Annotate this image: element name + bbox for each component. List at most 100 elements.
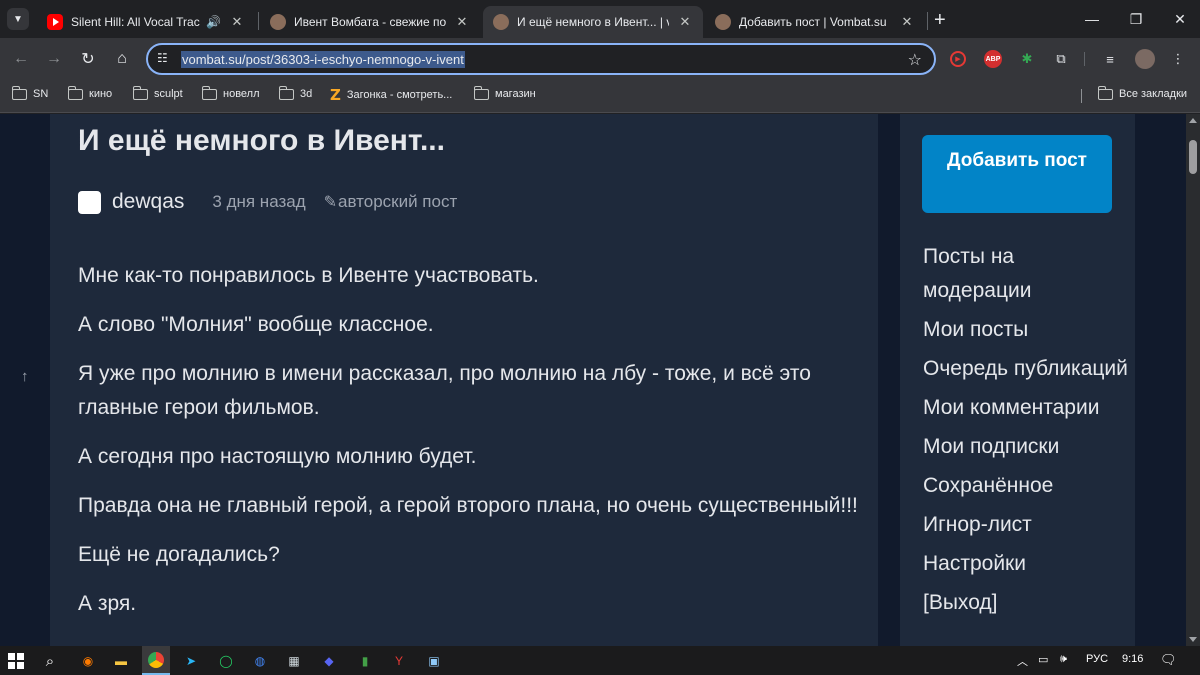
close-icon[interactable]: ✕ xyxy=(229,14,245,30)
bookmark-label: SN xyxy=(33,88,49,100)
whatsapp-icon[interactable]: ◯ xyxy=(216,651,236,671)
bookmark-magazin[interactable]: магазин xyxy=(473,85,536,100)
notifications-icon[interactable]: 🗨 xyxy=(1160,652,1177,668)
speaker-icon[interactable]: 🔊 xyxy=(206,15,221,29)
sidebar-item-saved[interactable]: Сохранённое xyxy=(923,469,1128,503)
minimize-button[interactable]: — xyxy=(1070,6,1114,32)
pencil-icon: ✎ xyxy=(323,194,338,211)
all-bookmarks-button[interactable]: Все закладки xyxy=(1097,85,1188,100)
author-avatar[interactable] xyxy=(78,190,101,214)
sidebar-item-publish-queue[interactable]: Очередь публикаций xyxy=(923,352,1128,386)
post-date: 3 дня назад xyxy=(212,192,306,211)
zagonka-icon: Z xyxy=(330,86,341,104)
clock[interactable]: 9:16 xyxy=(1122,653,1143,665)
post-paragraph: А зря. xyxy=(78,592,137,615)
file-explorer-icon[interactable]: ▬ xyxy=(111,651,131,671)
chrome-profile-icon[interactable]: ◍ xyxy=(250,651,270,671)
post-kind: авторский пост xyxy=(338,192,458,211)
folder-icon xyxy=(11,85,27,100)
bookmark-novell[interactable]: новелл xyxy=(201,85,260,100)
browser-menu-icon[interactable]: ⋮ xyxy=(1168,49,1188,69)
chrome-taskbar-icon[interactable] xyxy=(142,646,170,675)
color-extension-icon[interactable]: ✱ xyxy=(1017,49,1037,69)
sidebar-item-ignore-list[interactable]: Игнор-лист xyxy=(923,508,1128,542)
close-window-button[interactable]: ✕ xyxy=(1158,6,1200,32)
post-body: Мне как-то понравилось в Ивенте участвов… xyxy=(78,259,858,636)
scrollbar-thumb[interactable] xyxy=(1189,140,1197,174)
toolbar-divider xyxy=(1084,52,1085,66)
new-tab-button[interactable]: + xyxy=(934,9,946,32)
tray-expand-icon[interactable]: ︿ xyxy=(1017,653,1028,669)
photos-icon[interactable]: ▣ xyxy=(424,651,444,671)
windows-start-icon[interactable] xyxy=(6,651,26,671)
vombat-icon xyxy=(270,14,286,30)
sidebar-item-settings[interactable]: Настройки xyxy=(923,547,1128,581)
sidebar-menu: Посты на модерации Мои посты Очередь пуб… xyxy=(923,240,1128,625)
forward-button[interactable]: → xyxy=(42,47,66,71)
vombat-icon xyxy=(715,14,731,30)
tab-strip: ▼ Silent Hill: All Vocal Tracks - 🔊 ✕ Ив… xyxy=(0,0,1200,38)
post-title: И ещё немного в Ивент... xyxy=(78,124,445,157)
media-controls-icon[interactable]: ≡ xyxy=(1100,49,1120,69)
search-icon[interactable]: ⌕ xyxy=(40,651,60,671)
bookmark-label: кино xyxy=(89,88,113,100)
bookmark-zagonka[interactable]: Z Загонка - смотреть... xyxy=(330,86,452,104)
tab-vombat-event[interactable]: Ивент Вомбата - свежие пост ✕ xyxy=(260,6,480,38)
sidebar-item-my-posts[interactable]: Мои посты xyxy=(923,313,1128,347)
bookmark-star-icon[interactable]: ☆ xyxy=(908,50,922,70)
telegram-icon[interactable]: ➤ xyxy=(181,651,201,671)
tab-divider xyxy=(927,12,928,30)
bookmark-sn[interactable]: SN xyxy=(11,85,49,100)
bookmark-label: Все закладки xyxy=(1119,88,1188,100)
author-name[interactable]: dewqas xyxy=(112,190,184,214)
tab-divider xyxy=(258,12,259,30)
yandex-browser-icon[interactable]: Y xyxy=(389,651,409,671)
page-scrollbar[interactable] xyxy=(1186,114,1200,646)
profile-avatar[interactable] xyxy=(1135,49,1155,69)
windows-taskbar: ⌕ ◉ ▬ ➤ ◯ ◍ ▦ ◆ ▮ Y ▣ ︿ ▭ 🕪 РУС 9:16 🗨 xyxy=(0,646,1200,675)
volume-icon[interactable]: 🕪 xyxy=(1060,653,1067,666)
close-icon[interactable]: ✕ xyxy=(899,14,915,30)
scroll-up-icon[interactable] xyxy=(1189,118,1197,123)
site-info-icon[interactable]: ☷ xyxy=(157,51,168,65)
post-paragraph: Ещё не догадались? xyxy=(78,543,280,566)
home-button[interactable]: ⌂ xyxy=(110,47,134,71)
discord-icon[interactable]: ◆ xyxy=(319,651,339,671)
calculator-icon[interactable]: ▦ xyxy=(284,651,304,671)
post-paragraph: А слово "Молния" вообще классное. xyxy=(78,313,434,336)
network-icon[interactable]: ▭ xyxy=(1038,653,1048,666)
reload-button[interactable]: ↻ xyxy=(76,47,100,71)
green-app-icon[interactable]: ▮ xyxy=(355,651,375,671)
sidebar-item-moderation[interactable]: Посты на модерации xyxy=(923,240,1128,308)
url-text[interactable]: vombat.su/post/36303-i-eschyo-nemnogo-v-… xyxy=(181,51,465,68)
folder-icon xyxy=(278,85,294,100)
bookmark-label: магазин xyxy=(495,88,536,100)
folder-icon xyxy=(201,85,217,100)
bookmark-sculpt[interactable]: sculpt xyxy=(132,85,183,100)
bookmarks-divider xyxy=(1081,89,1082,103)
add-post-button[interactable]: Добавить пост xyxy=(922,135,1112,213)
tab-current-post[interactable]: И ещё немного в Ивент... | vom ✕ xyxy=(483,6,703,38)
sidebar-item-logout[interactable]: [Выход] xyxy=(923,586,1128,620)
tab-add-post[interactable]: Добавить пост | Vombat.su ✕ xyxy=(705,6,925,38)
user-sidebar: Добавить пост Посты на модерации Мои пос… xyxy=(900,114,1135,646)
post-paragraph: Правда она не главный герой, а герой вто… xyxy=(78,494,858,517)
adblock-icon[interactable]: ABP xyxy=(984,50,1002,68)
extensions-puzzle-icon[interactable]: ⧉ xyxy=(1051,49,1071,69)
close-icon[interactable]: ✕ xyxy=(677,14,693,30)
record-extension-icon[interactable]: ▶ xyxy=(950,51,966,67)
address-bar[interactable]: ☷ vombat.su/post/36303-i-eschyo-nemnogo-… xyxy=(146,43,936,75)
back-button[interactable]: ← xyxy=(9,47,33,71)
restore-button[interactable]: ❐ xyxy=(1114,6,1158,32)
scroll-down-icon[interactable] xyxy=(1189,637,1197,642)
scroll-to-top-icon[interactable]: ↑ xyxy=(21,368,29,385)
sidebar-item-subscriptions[interactable]: Мои подписки xyxy=(923,430,1128,464)
bookmark-3d[interactable]: 3d xyxy=(278,85,312,100)
bookmark-kino[interactable]: кино xyxy=(67,85,113,100)
tab-youtube[interactable]: Silent Hill: All Vocal Tracks - 🔊 ✕ xyxy=(37,6,255,38)
close-icon[interactable]: ✕ xyxy=(454,14,470,30)
language-indicator[interactable]: РУС xyxy=(1086,653,1108,665)
tab-search-button[interactable]: ▼ xyxy=(7,8,29,30)
sidebar-item-my-comments[interactable]: Мои комментарии xyxy=(923,391,1128,425)
blender-icon[interactable]: ◉ xyxy=(78,651,98,671)
